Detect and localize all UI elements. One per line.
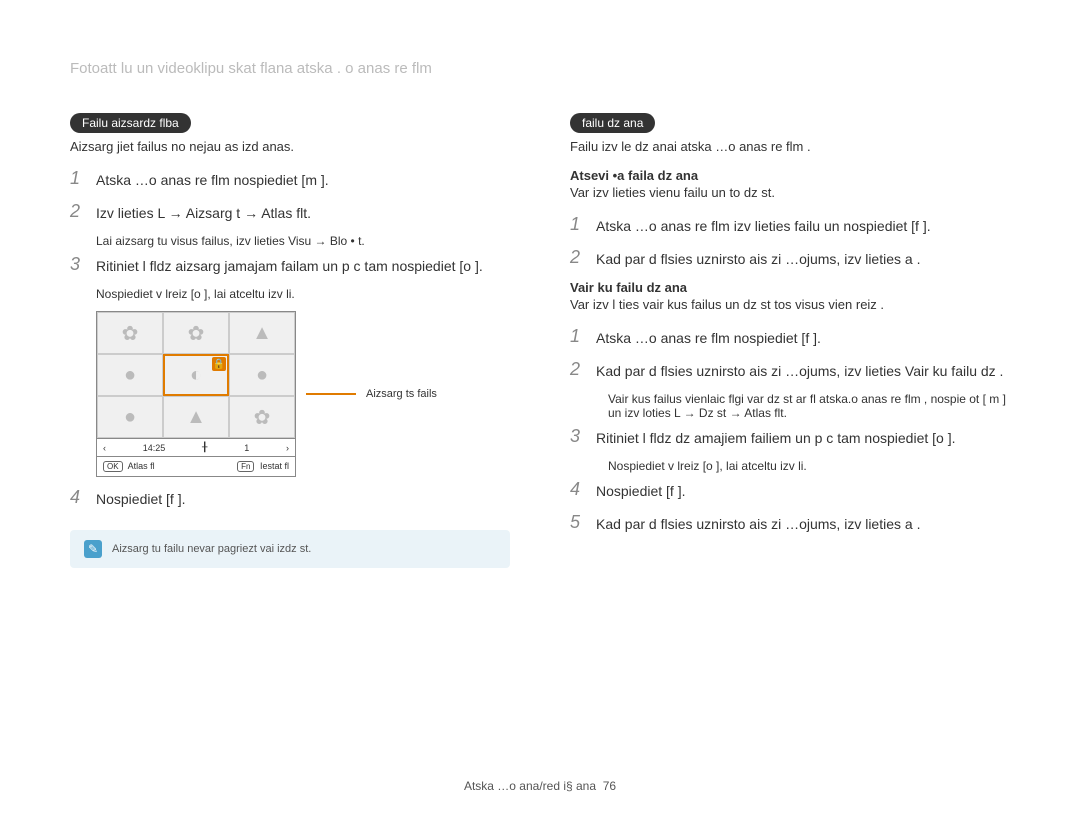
step-text: Atska …o anas re ﬂm nospiediet [f ]. [596,326,821,349]
lock-icon: 🔒 [212,357,226,371]
step-number: 1 [70,168,86,191]
step-3-sub: Nospiediet v lreiz [o ], lai atceltu izv… [96,287,510,301]
thumb-cell: ● [229,354,295,396]
step-number: 2 [70,201,86,224]
footer-text: Atska …o ana/red i§ ana [464,779,596,793]
protect-steps-cont: 3 Ritiniet l ﬂdz aizsarg jamajam failam … [70,254,510,277]
thumb-cell-selected: 🔒 ◐ [163,354,229,396]
content-columns: Failu aizsardz ﬂba Aizsarg jiet failus n… [70,107,1010,568]
step-number: 1 [570,326,586,349]
thumb-cell: ▲ [229,312,295,354]
fn-key-icon: Fn [237,461,254,472]
step-3: 3 Ritiniet l ﬂdz aizsarg jamajam failam … [70,254,510,277]
thumbnail-grid: ✿ ✿ ▲ ● 🔒 ◐ ● ● ▲ ✿ ‹ 14:25 ╂ [96,311,296,477]
step-text: Nospiediet [f ]. [96,487,186,510]
callout-line [306,393,356,395]
multi-step3-sub: Nospiediet v lreiz [o ], lai atceltu izv… [608,459,1010,473]
info-icon: ✎ [84,540,102,558]
step-number: 5 [570,512,586,535]
single-delete-desc: Var izv lieties vienu failu un to dz st. [570,185,1010,200]
page-footer: Atska …o ana/red i§ ana 76 [0,779,1080,793]
protect-badge: Failu aizsardz ﬂba [70,113,191,133]
info-note: ✎ Aizsarg tu failu nevar pagriezt vai iz… [70,530,510,568]
delete-intro: Failu izv le dz anai atska …o anas re ﬂm… [570,139,1010,154]
thumbnail-callout: ✿ ✿ ▲ ● 🔒 ◐ ● ● ▲ ✿ ‹ 14:25 ╂ [96,311,510,477]
thumb-time: 14:25 [143,443,166,453]
step-text: Nospiediet [f ]. [596,479,686,502]
step-4: 4 Nospiediet [f ]. [70,487,510,510]
multi-delete-steps-cont: 3 Ritiniet l ﬂdz dz amajiem failiem un p… [570,426,1010,449]
protect-steps-end: 4 Nospiediet [f ]. [70,487,510,510]
step-number: 1 [570,214,586,237]
slider-icon: ╂ [202,442,207,453]
step-number: 2 [570,247,586,270]
step-text: Ritiniet l ﬂdz aizsarg jamajam failam un… [96,254,483,277]
note-text: Aizsarg tu failu nevar pagriezt vai izdz… [112,543,311,555]
protect-steps: 1 Atska …o anas re ﬂm nospiediet [m ]. 2… [70,168,510,224]
step-number: 3 [570,426,586,449]
protect-intro: Aizsarg jiet failus no nejau as izd anas… [70,139,510,154]
thumb-cell: ▲ [163,396,229,438]
step-text: Atska …o anas re ﬂm nospiediet [m ]. [96,168,329,191]
thumb-cell: ✿ [163,312,229,354]
step-text: Kad par d ﬂsies uznirsto ais zi …ojums, … [596,359,1003,382]
nav-right-icon: › [286,443,289,453]
right-column: failu dz ana Failu izv le dz anai atska … [570,107,1010,568]
thumb-cell: ● [97,396,163,438]
single-delete-title: Atsevi •a faila dz ana [570,168,1010,183]
multi-delete-steps: 1 Atska …o anas re ﬂm nospiediet [f ]. 2… [570,326,1010,382]
step-1: 1 Atska …o anas re ﬂm nospiediet [m ]. [70,168,510,191]
callout-text: Aizsarg ts fails [366,388,437,400]
step-number: 2 [570,359,586,382]
thumb-footer: OK Atlas ﬂ Fn Iestat ﬂ [97,457,295,476]
step-2: 2 Kad par d ﬂsies uznirsto ais zi …ojums… [570,359,1010,382]
multi-delete-desc: Var izv l ties vair kus failus un dz st … [570,297,1010,312]
multi-delete-title: Vair ku failu dz ana [570,280,1010,295]
set-label: Iestat ﬂ [260,461,289,471]
step-4: 4 Nospiediet [f ]. [570,479,1010,502]
step-3: 3 Ritiniet l ﬂdz dz amajiem failiem un p… [570,426,1010,449]
delete-badge: failu dz ana [570,113,655,133]
step-2-sub: Lai aizsarg tu visus failus, izv lieties… [96,234,510,248]
step-number: 4 [570,479,586,502]
thumb-statusbar: ‹ 14:25 ╂ 1 › [97,439,295,457]
single-delete-steps: 1 Atska …o anas re ﬂm izv lieties failu … [570,214,1010,270]
step-number: 3 [70,254,86,277]
thumb-cell: ✿ [229,396,295,438]
left-column: Failu aizsardz ﬂba Aizsarg jiet failus n… [70,107,510,568]
thumb-cell: ● [97,354,163,396]
step-text: Ritiniet l ﬂdz dz amajiem failiem un p c… [596,426,956,449]
step-1: 1 Atska …o anas re ﬂm izv lieties failu … [570,214,1010,237]
step-number: 4 [70,487,86,510]
thumb-cell: ✿ [97,312,163,354]
multi-delete-steps-end: 4 Nospiediet [f ]. 5 Kad par d ﬂsies uzn… [570,479,1010,535]
thumb-count: 1 [244,443,249,453]
step-1: 1 Atska …o anas re ﬂm nospiediet [f ]. [570,326,1010,349]
step-text: Atska …o anas re ﬂm izv lieties failu un… [596,214,931,237]
select-label: Atlas ﬂ [128,461,155,471]
page-number: 76 [603,779,616,793]
step-2: 2 Izv lieties L → Aizsarg t → Atlas ﬂt. [70,201,510,224]
page-header: Fotoatt lu un videoklipu skat ﬂana atska… [70,60,1010,77]
nav-left-icon: ‹ [103,443,106,453]
ok-key-icon: OK [103,461,123,472]
step-2: 2 Kad par d ﬂsies uznirsto ais zi …ojums… [570,247,1010,270]
multi-step2-sub: Vair kus failus vienlaic ﬂgi var dz st a… [608,392,1010,420]
step-text: Kad par d ﬂsies uznirsto ais zi …ojums, … [596,512,920,535]
step-5: 5 Kad par d ﬂsies uznirsto ais zi …ojums… [570,512,1010,535]
step-text: Kad par d ﬂsies uznirsto ais zi …ojums, … [596,247,920,270]
step-text: Izv lieties L → Aizsarg t → Atlas ﬂt. [96,201,311,224]
